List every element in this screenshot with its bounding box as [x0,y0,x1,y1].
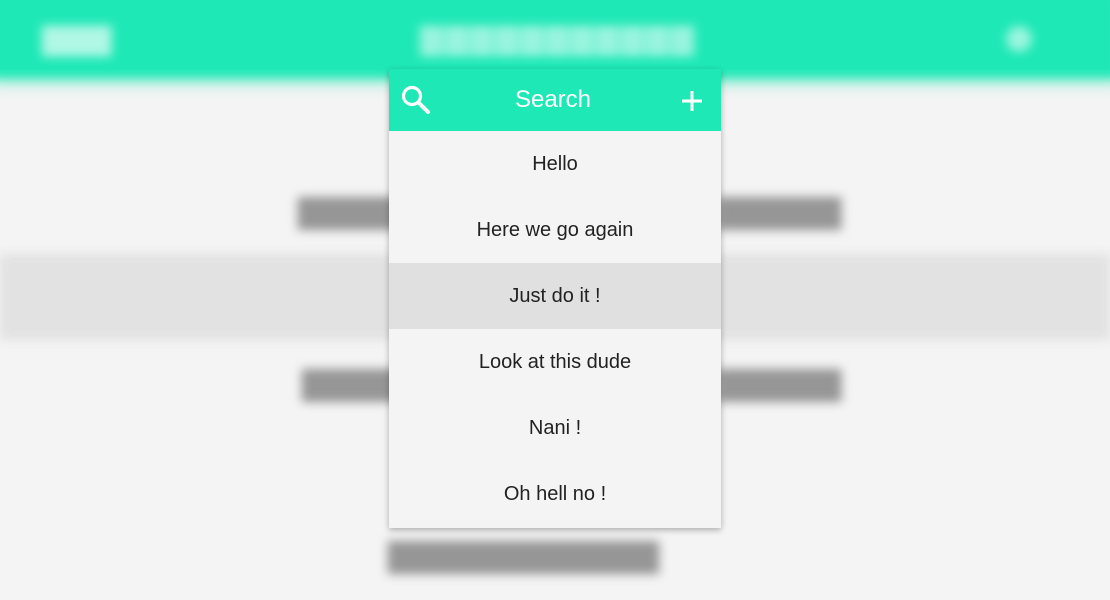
list-item[interactable]: Look at this dude [389,329,721,395]
suggestion-list: Hello Here we go again Just do it ! Look… [389,131,721,527]
list-item[interactable]: Oh hell no ! [389,461,721,527]
plus-icon[interactable] [675,84,709,118]
search-bar [389,69,721,131]
search-dropdown: Hello Here we go again Just do it ! Look… [389,69,721,528]
background-title: ▇▇▇▇▇▇▇▇▇▇▇ [420,23,696,56]
background-avatar [1006,26,1032,52]
background-logo: ▇▇▇ [42,23,112,56]
app-window: ▇▇▇ ▇▇▇▇▇▇▇▇▇▇▇ ▇▇▇▇▇▇ ▇▇▇▇▇ ▇▇▇▇▇ ▇▇▇▇▇… [0,0,1110,600]
list-item-selected[interactable]: Just do it ! [389,263,721,329]
list-item[interactable]: Here we go again [389,197,721,263]
list-item[interactable]: Nani ! [389,395,721,461]
list-item[interactable]: Hello [389,131,721,197]
search-icon[interactable] [398,82,434,118]
search-input[interactable] [449,83,657,117]
